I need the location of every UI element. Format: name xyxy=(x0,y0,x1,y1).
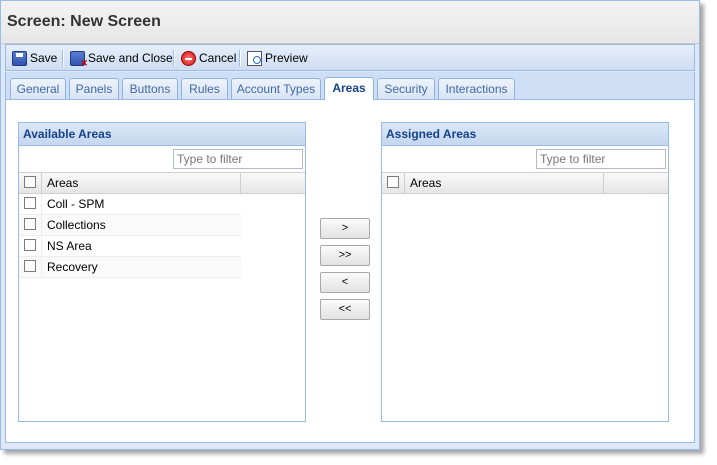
available-row[interactable]: Recovery xyxy=(19,257,241,278)
save-button[interactable]: Save xyxy=(12,49,57,67)
areas-column-header[interactable]: Areas xyxy=(404,173,604,193)
select-all-assigned-checkbox[interactable] xyxy=(387,176,399,188)
available-row[interactable]: Collections xyxy=(19,215,241,236)
row-checkbox[interactable] xyxy=(24,239,36,251)
available-filter-input[interactable] xyxy=(173,149,303,169)
toolbar-separator xyxy=(239,50,241,66)
remove-selected-button[interactable]: < xyxy=(320,272,370,293)
window-title-bar: Screen: New Screen xyxy=(1,1,699,44)
window-title: Screen: New Screen xyxy=(7,13,161,30)
areas-column-header[interactable]: Areas xyxy=(41,173,241,193)
preview-icon xyxy=(247,50,262,66)
areas-tab-body: Available Areas Areas Coll - SPM Collect… xyxy=(5,100,695,443)
save-close-icon xyxy=(70,50,88,69)
save-label: Save xyxy=(30,51,58,65)
assigned-column-header: Areas xyxy=(382,173,668,194)
save-icon xyxy=(12,50,27,66)
available-filter-bar xyxy=(19,146,305,173)
toolbar: Save Save and Close Cancel Preview xyxy=(5,44,695,71)
select-all-available-checkbox[interactable] xyxy=(24,176,36,188)
screen-editor-window: Screen: New Screen Save Save and Close C… xyxy=(0,0,700,450)
tab-general[interactable]: General xyxy=(10,78,66,99)
add-all-button[interactable]: >> xyxy=(320,245,370,266)
tab-interactions[interactable]: Interactions xyxy=(438,78,515,99)
assigned-filter-input[interactable] xyxy=(536,149,666,169)
toolbar-separator xyxy=(173,50,175,66)
tab-rules[interactable]: Rules xyxy=(181,78,228,99)
cancel-icon xyxy=(181,50,196,66)
row-checkbox[interactable] xyxy=(24,197,36,209)
area-name: NS Area xyxy=(41,236,241,256)
tab-account-types[interactable]: Account Types xyxy=(231,78,321,99)
area-name: Recovery xyxy=(41,257,241,277)
tab-strip: General Panels Buttons Rules Account Typ… xyxy=(5,72,695,100)
area-name: Coll - SPM xyxy=(41,194,241,214)
save-and-close-button[interactable]: Save and Close xyxy=(70,49,173,69)
save-and-close-label: Save and Close xyxy=(88,51,173,65)
available-areas-title: Available Areas xyxy=(19,123,305,146)
preview-label: Preview xyxy=(265,51,308,65)
available-areas-grid: Available Areas Areas Coll - SPM Collect… xyxy=(18,122,306,422)
preview-button[interactable]: Preview xyxy=(247,49,308,67)
assigned-filter-bar xyxy=(382,146,668,173)
tab-buttons[interactable]: Buttons xyxy=(122,78,178,99)
assigned-areas-grid: Assigned Areas Areas xyxy=(381,122,669,422)
assigned-areas-title: Assigned Areas xyxy=(382,123,668,146)
add-selected-button[interactable]: > xyxy=(320,218,370,239)
remove-all-button[interactable]: << xyxy=(320,299,370,320)
tab-areas[interactable]: Areas xyxy=(324,77,374,100)
row-checkbox[interactable] xyxy=(24,260,36,272)
toolbar-separator xyxy=(62,50,64,66)
cancel-label: Cancel xyxy=(199,51,237,65)
tab-security[interactable]: Security xyxy=(377,78,435,99)
tab-panels[interactable]: Panels xyxy=(69,78,119,99)
available-row[interactable]: NS Area xyxy=(19,236,241,257)
available-column-header: Areas xyxy=(19,173,305,194)
available-row[interactable]: Coll - SPM xyxy=(19,194,241,215)
cancel-button[interactable]: Cancel xyxy=(181,49,236,67)
area-name: Collections xyxy=(41,215,241,235)
row-checkbox[interactable] xyxy=(24,218,36,230)
